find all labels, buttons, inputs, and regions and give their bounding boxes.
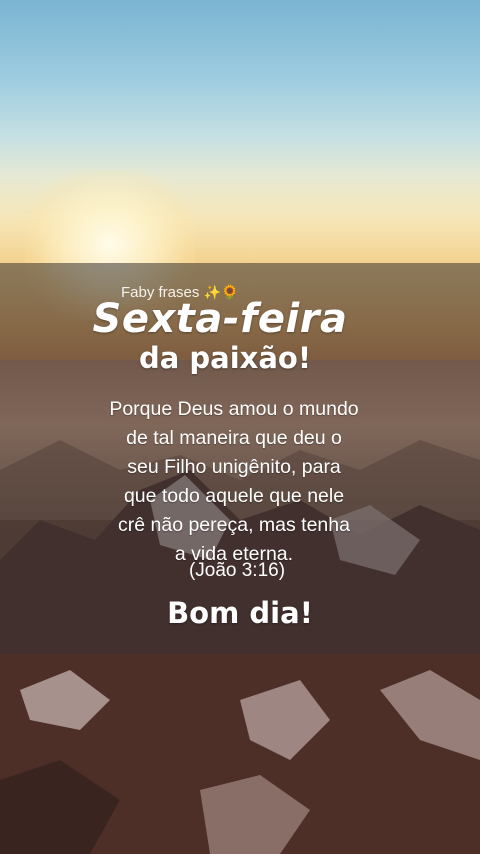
verse-line: crê não pereça, mas tenha — [118, 514, 350, 536]
bible-verse: Porque Deus amou o mundo de tal maneira … — [0, 395, 468, 569]
greeting: Bom dia! — [167, 596, 313, 630]
verse-line: Porque Deus amou o mundo — [109, 398, 359, 420]
verse-reference: (João 3:16) — [188, 560, 286, 581]
verse-line: seu Filho unigênito, para — [127, 456, 341, 478]
card-subtitle: da paixão! — [138, 341, 312, 375]
verse-line: de tal maneira que deu o — [126, 427, 342, 449]
verse-line: que todo aquele que nele — [123, 485, 345, 507]
card-title: Sexta-feira — [92, 296, 348, 342]
